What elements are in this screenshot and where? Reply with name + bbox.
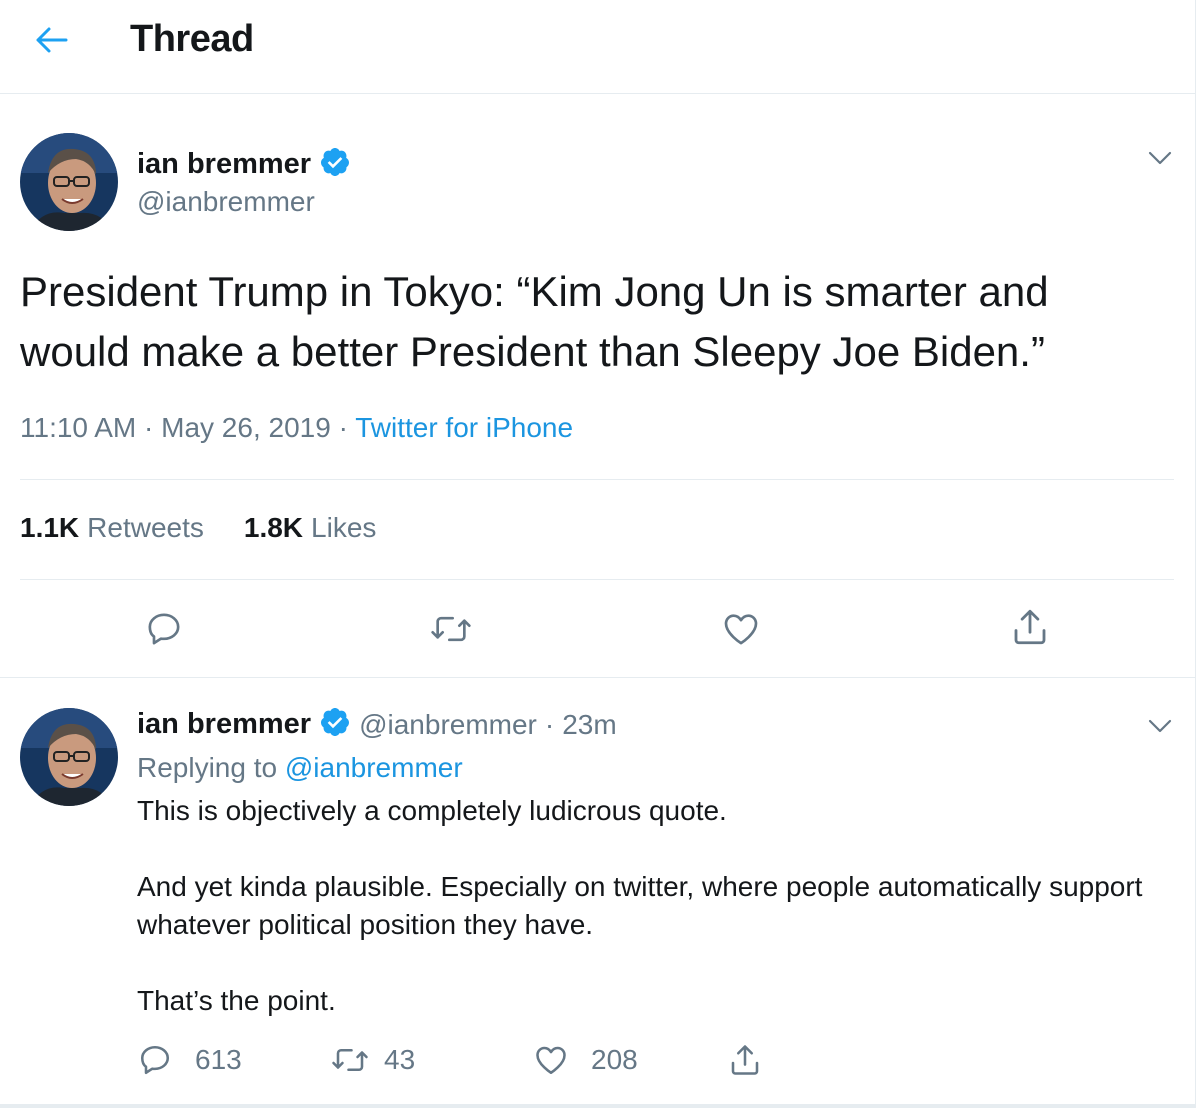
tweet-meta: 11:10 AM · May 26, 2019 · Twitter for iP… — [20, 412, 573, 444]
retweet-icon — [332, 1048, 368, 1072]
retweets-label: Retweets — [87, 512, 204, 543]
thread-view: Thread ian bremmer @ianbremmer President… — [0, 0, 1196, 1108]
reply-icon — [140, 1045, 170, 1075]
tweet-source-link[interactable]: Twitter for iPhone — [355, 412, 573, 443]
like-count: 208 — [591, 1044, 638, 1075]
tweet-time[interactable]: 11:10 AM — [20, 412, 136, 443]
author-name[interactable]: ian bremmer — [137, 148, 311, 181]
like-icon — [724, 614, 758, 645]
verified-badge-icon — [319, 706, 351, 743]
meta-separator: · — [338, 412, 348, 443]
tweet-text-line: President Trump in Tokyo: “Kim Jong Un i… — [20, 268, 1049, 315]
tweet-stats: 1.1K Retweets 1.8K Likes — [20, 512, 376, 544]
chevron-down-icon — [1148, 151, 1172, 165]
avatar[interactable] — [20, 133, 118, 231]
reply-paragraph: That’s the point. — [137, 985, 336, 1016]
reply-button[interactable]: 613 — [137, 1036, 242, 1084]
arrow-left-icon — [36, 27, 68, 53]
author-handle[interactable]: @ianbremmer — [359, 709, 537, 741]
reply-paragraph: And yet kinda plausible. Especially on t… — [137, 871, 1143, 940]
author-name[interactable]: ian bremmer — [137, 708, 311, 741]
author-handle[interactable]: @ianbremmer — [137, 186, 315, 218]
retweets-stat[interactable]: 1.1K Retweets — [20, 512, 204, 544]
likes-stat[interactable]: 1.8K Likes — [244, 512, 377, 544]
tweet-menu-button[interactable] — [1145, 143, 1175, 173]
profile-photo — [20, 133, 118, 231]
replying-to-mention[interactable]: @ianbremmer — [285, 752, 463, 783]
reply-author-row: ian bremmer @ianbremmer · 23m — [137, 706, 617, 743]
retweet-count: 43 — [384, 1044, 416, 1075]
retweet-button[interactable]: 43 — [330, 1036, 415, 1084]
verified-badge-icon — [319, 146, 351, 183]
tweet-text-line: would make a better President than Sleep… — [20, 328, 1045, 375]
reply-actions: 613 43 208 — [137, 1036, 837, 1084]
reply-button[interactable] — [139, 604, 189, 654]
tweet-actions — [0, 600, 1196, 660]
replying-to-label: Replying to — [137, 752, 278, 783]
reply-text: This is objectively a completely ludicro… — [137, 792, 1177, 1020]
likes-count: 1.8K — [243, 512, 304, 543]
replying-to: Replying to @ianbremmer — [137, 752, 463, 784]
meta-separator: · — [144, 412, 154, 443]
page-title: Thread — [130, 18, 254, 60]
avatar[interactable] — [20, 708, 118, 806]
tweet-text: President Trump in Tokyo: “Kim Jong Un i… — [20, 262, 1170, 382]
share-icon — [1014, 609, 1046, 645]
retweet-button[interactable] — [426, 604, 476, 654]
reply-paragraph: This is objectively a completely ludicro… — [137, 795, 727, 826]
author-row: ian bremmer — [137, 146, 351, 183]
share-button[interactable] — [727, 1036, 763, 1084]
divider — [20, 579, 1174, 580]
back-button[interactable] — [28, 20, 74, 60]
reply-icon — [148, 613, 180, 645]
tweet-menu-button[interactable] — [1145, 711, 1175, 741]
share-icon — [731, 1045, 759, 1075]
like-button[interactable]: 208 — [533, 1036, 638, 1084]
retweets-count: 1.1K — [20, 512, 80, 543]
section-divider — [0, 677, 1196, 678]
retweet-icon — [431, 616, 471, 642]
like-icon — [536, 1046, 566, 1075]
share-button[interactable] — [1005, 602, 1055, 652]
reply-count: 613 — [195, 1044, 242, 1075]
profile-photo — [20, 708, 118, 806]
likes-label: Likes — [311, 512, 377, 543]
tweet-date[interactable]: May 26, 2019 — [161, 412, 331, 443]
thread-header: Thread — [0, 0, 1196, 94]
like-button[interactable] — [716, 604, 766, 654]
divider — [20, 479, 1174, 480]
tweet-time-ago[interactable]: 23m — [562, 709, 616, 741]
meta-separator: · — [544, 708, 555, 740]
chevron-down-icon — [1148, 719, 1172, 733]
